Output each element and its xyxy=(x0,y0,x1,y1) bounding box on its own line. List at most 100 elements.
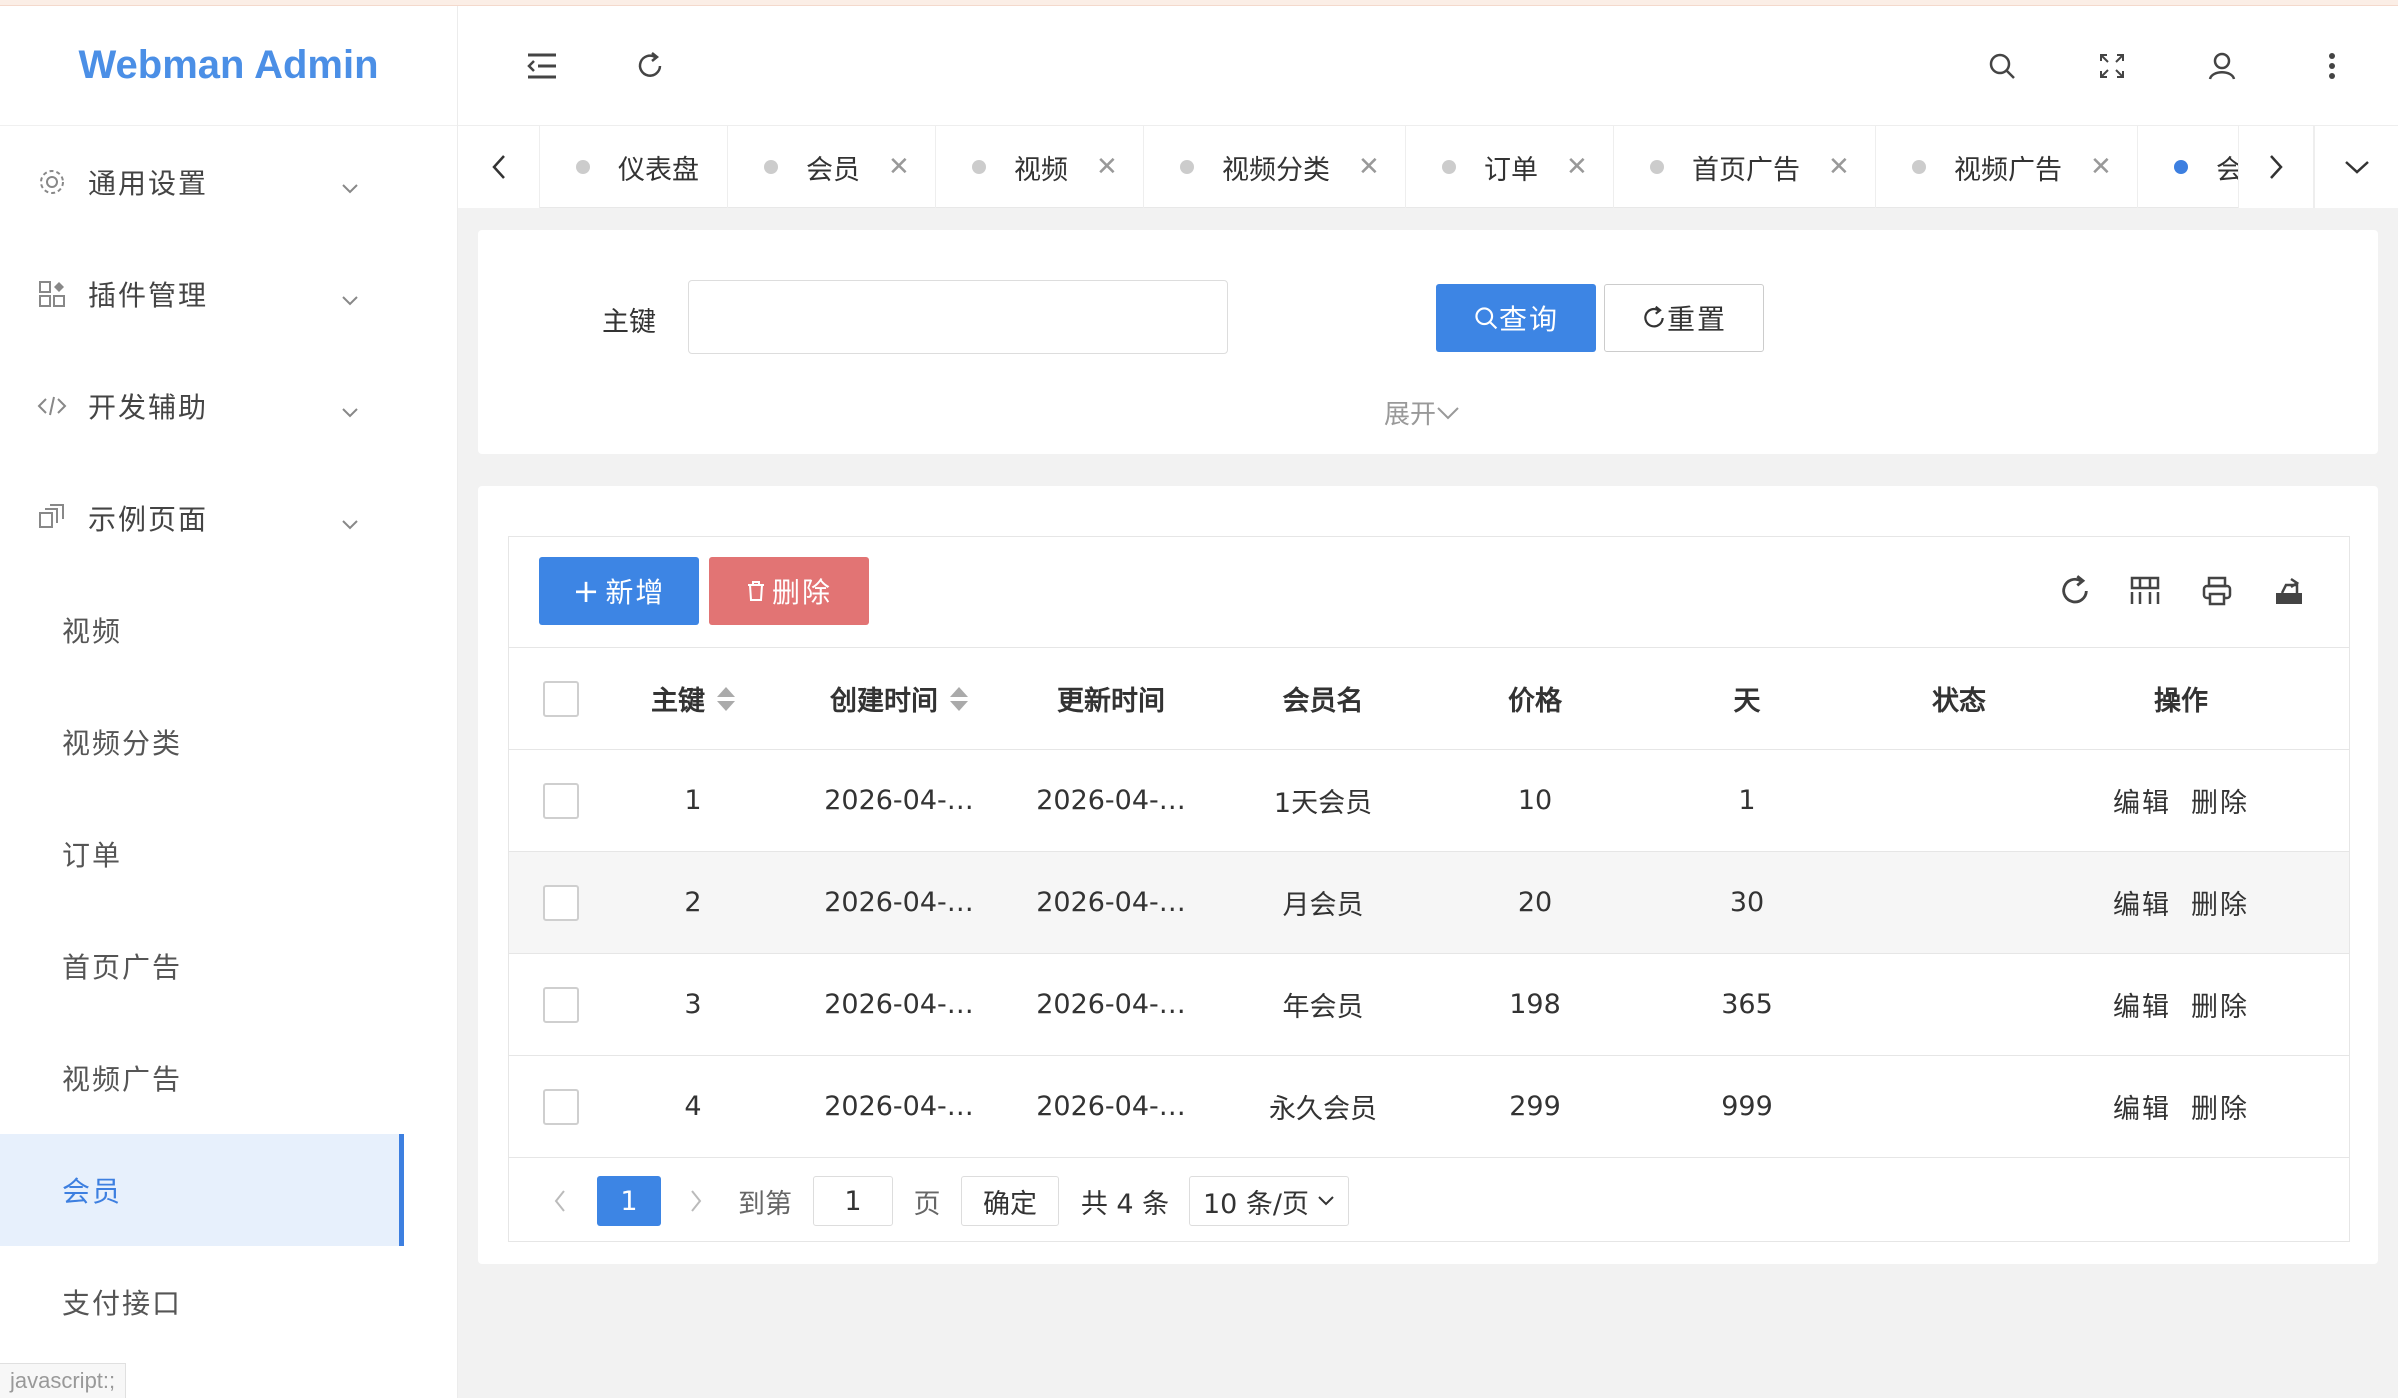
tab-member[interactable]: 会员 ✕ xyxy=(728,126,936,208)
tab-scroll-right-icon[interactable] xyxy=(2238,126,2314,208)
close-icon[interactable]: ✕ xyxy=(1828,152,1850,182)
more-icon[interactable] xyxy=(2312,46,2352,86)
column-header-status: 状态 xyxy=(1932,686,1986,717)
cell-actions: 编辑 删除 xyxy=(2065,750,2297,851)
cell-days: 30 xyxy=(1729,887,1765,918)
tab-dot-icon xyxy=(1180,160,1194,174)
goto-page-input[interactable]: 1 xyxy=(813,1176,893,1226)
add-button-label: 新增 xyxy=(605,576,666,609)
edit-link[interactable]: 编辑 xyxy=(2113,883,2171,922)
cell-updated: 2026-04-… xyxy=(1036,887,1186,918)
prev-page-icon[interactable] xyxy=(545,1176,575,1226)
sidebar-item-video[interactable]: 视频 xyxy=(0,574,457,686)
delete-link[interactable]: 删除 xyxy=(2191,883,2249,922)
key-search-input[interactable] xyxy=(688,280,1228,354)
table-header: 主键 创建时间 更新时间 会员名 价格 天 状态 操作 xyxy=(509,647,2349,749)
export-icon[interactable] xyxy=(2269,571,2309,611)
edit-link[interactable]: 编辑 xyxy=(2113,1087,2171,1126)
close-icon[interactable]: ✕ xyxy=(1096,152,1118,182)
reset-button-label: 重置 xyxy=(1666,303,1727,336)
fullscreen-icon[interactable] xyxy=(2092,46,2132,86)
sort-icon[interactable] xyxy=(717,686,735,711)
query-button[interactable]: 查询 xyxy=(1436,284,1596,352)
sidebar-group-label: 示例页面 xyxy=(88,503,209,536)
cell-id: 4 xyxy=(684,1091,702,1122)
sidebar-item-order[interactable]: 订单 xyxy=(0,798,457,910)
tab-label: 仪表盘 xyxy=(618,154,699,186)
cell-id: 3 xyxy=(684,989,702,1020)
sidebar: Webman Admin 通用设置 插件管理 开发辅助 示例页面 视频 视频分类… xyxy=(0,6,458,1398)
user-icon[interactable] xyxy=(2202,46,2242,86)
edit-link[interactable]: 编辑 xyxy=(2113,985,2171,1024)
row-checkbox[interactable] xyxy=(543,884,579,921)
row-checkbox[interactable] xyxy=(543,986,579,1023)
print-icon[interactable] xyxy=(2197,571,2237,611)
gear-icon xyxy=(36,166,68,198)
search-icon[interactable] xyxy=(1982,46,2022,86)
delete-link[interactable]: 删除 xyxy=(2191,1087,2249,1126)
close-icon[interactable]: ✕ xyxy=(2090,152,2112,182)
tab-video-ad[interactable]: 视频广告 ✕ xyxy=(1876,126,2138,208)
tab-video-category[interactable]: 视频分类 ✕ xyxy=(1144,126,1406,208)
tab-dot-icon xyxy=(764,160,778,174)
add-button[interactable]: + 新增 xyxy=(539,557,699,625)
batch-delete-button[interactable]: 删除 xyxy=(709,557,869,625)
column-label: 创建时间 xyxy=(830,686,938,717)
cell-days: 999 xyxy=(1721,1091,1773,1122)
select-all-checkbox-cell xyxy=(529,648,593,749)
expand-toggle[interactable]: 展开 xyxy=(1384,394,1460,431)
pagination: 1 到第 1 页 确定 共 4 条 10 条/页 xyxy=(509,1157,2349,1243)
sidebar-group-general-settings[interactable]: 通用设置 xyxy=(0,126,457,238)
sidebar-group-plugins[interactable]: 插件管理 xyxy=(0,238,457,350)
page-size-select[interactable]: 10 条/页 xyxy=(1189,1176,1349,1226)
goto-confirm-button[interactable]: 确定 xyxy=(961,1176,1059,1226)
sidebar-item-payment[interactable]: 支付接口 xyxy=(0,1246,457,1358)
menu-fold-icon[interactable] xyxy=(522,46,562,86)
column-label: 主键 xyxy=(651,686,705,717)
tab-dot-icon xyxy=(1912,160,1926,174)
delete-link[interactable]: 删除 xyxy=(2191,985,2249,1024)
cell-days: 365 xyxy=(1721,989,1773,1020)
column-header-id[interactable]: 主键 xyxy=(593,648,793,749)
reset-button[interactable]: 重置 xyxy=(1604,284,1764,352)
sidebar-item-home-ad[interactable]: 首页广告 xyxy=(0,910,457,1022)
tab-order[interactable]: 订单 ✕ xyxy=(1406,126,1614,208)
refresh-icon[interactable] xyxy=(2055,571,2095,611)
tab-dashboard[interactable]: 仪表盘 xyxy=(540,126,728,208)
tab-home-ad[interactable]: 首页广告 ✕ xyxy=(1614,126,1876,208)
row-checkbox[interactable] xyxy=(543,782,579,819)
sidebar-group-example-pages[interactable]: 示例页面 xyxy=(0,462,457,574)
column-header-created[interactable]: 创建时间 xyxy=(793,648,1005,749)
column-header-updated: 更新时间 xyxy=(1057,686,1165,717)
columns-icon[interactable] xyxy=(2125,571,2165,611)
row-checkbox[interactable] xyxy=(543,1088,579,1125)
column-header-days: 天 xyxy=(1733,686,1761,717)
close-icon[interactable]: ✕ xyxy=(888,152,910,182)
tab-dropdown-icon[interactable] xyxy=(2314,126,2398,208)
refresh-icon[interactable] xyxy=(630,46,670,86)
edit-link[interactable]: 编辑 xyxy=(2113,781,2171,820)
tab-video[interactable]: 视频 ✕ xyxy=(936,126,1144,208)
close-icon[interactable]: ✕ xyxy=(1566,152,1588,182)
cell-actions: 编辑 删除 xyxy=(2065,852,2297,953)
next-page-icon[interactable] xyxy=(681,1176,711,1226)
select-all-checkbox[interactable] xyxy=(543,680,579,717)
delete-link[interactable]: 删除 xyxy=(2191,781,2249,820)
app-logo-title[interactable]: Webman Admin xyxy=(0,6,457,126)
total-count: 共 4 条 xyxy=(1080,1188,1170,1220)
cell-status xyxy=(1853,954,2065,1055)
sort-icon[interactable] xyxy=(950,686,968,711)
tab-dot-icon xyxy=(576,160,590,174)
page-unit-label: 页 xyxy=(913,1188,941,1220)
tab-scroll-left-icon[interactable] xyxy=(458,126,540,208)
sidebar-group-dev-tools[interactable]: 开发辅助 xyxy=(0,350,457,462)
sidebar-item-video-category[interactable]: 视频分类 xyxy=(0,686,457,798)
sidebar-item-video-ad[interactable]: 视频广告 xyxy=(0,1022,457,1134)
search-icon xyxy=(1475,307,1498,330)
sidebar-item-member[interactable]: 会员 xyxy=(0,1134,404,1246)
cell-price: 198 xyxy=(1509,989,1561,1020)
close-icon[interactable]: ✕ xyxy=(1358,152,1380,182)
tab-label: 订单 xyxy=(1484,154,1538,186)
page-number-current[interactable]: 1 xyxy=(597,1176,661,1226)
tab-label: 视频分类 xyxy=(1222,154,1330,186)
